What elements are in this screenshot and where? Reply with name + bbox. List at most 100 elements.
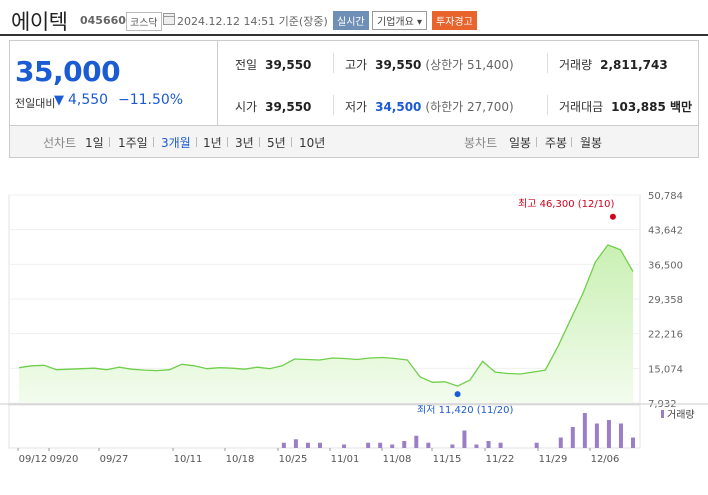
divider: [536, 137, 537, 147]
volume-bar: [366, 442, 371, 448]
low-value: 34,500: [375, 100, 422, 114]
volume-bar: [317, 442, 322, 448]
x-tick-label: 12/06: [591, 454, 620, 465]
volume-bar: [594, 423, 599, 448]
x-tick-label: 09/27: [100, 454, 129, 465]
volume-bar: [618, 423, 623, 448]
volume-bar: [426, 442, 431, 448]
prev-close-value: 39,550: [265, 58, 312, 72]
tab-5y[interactable]: 5년: [267, 134, 286, 151]
divider: [153, 137, 154, 147]
divider: [109, 137, 110, 147]
quote-datetime: 2024.12.12 14:51 기준(장중): [177, 15, 328, 28]
divider: [259, 137, 260, 147]
market-badge: 코스닥: [126, 12, 162, 31]
tab-3y[interactable]: 3년: [235, 134, 254, 151]
tab-weekly[interactable]: 주봉: [545, 134, 567, 151]
x-tick-label: 09/20: [50, 454, 79, 465]
price-area-fill: [19, 244, 633, 403]
candle-chart-label: 봉차트: [464, 136, 498, 150]
volume-bar: [390, 444, 395, 448]
change-label: 전일대비: [15, 97, 56, 110]
price-summary: 35,000 전일대비 ▼ 4,550 −11.50% 전일 39,550 시가 3…: [9, 40, 699, 126]
volume-bar: [414, 435, 419, 448]
y-tick-label: 22,216: [648, 330, 683, 341]
high-annotation: 최고 46,300 (12/10): [518, 198, 614, 210]
divider: [227, 137, 228, 147]
lower-limit: (하한가 27,700): [425, 100, 514, 114]
volume-bar: [582, 413, 587, 448]
volume-bar: [534, 442, 539, 448]
amount-label: 거래대금: [559, 100, 604, 114]
volume-bar: [570, 427, 575, 448]
x-tick-label: 09/12: [19, 454, 48, 465]
volume-bar: [402, 441, 407, 448]
company-overview-button[interactable]: 기업개요 ▾: [372, 11, 427, 30]
investment-warning-badge[interactable]: 투자경고: [432, 11, 477, 30]
tab-1y[interactable]: 1년: [203, 134, 222, 151]
volume-cell: 거래량 2,811,743: [559, 56, 668, 73]
volume-bar: [558, 437, 563, 448]
high-cell: 고가 39,550 (상한가 51,400): [345, 56, 514, 73]
company-name: 에이텍: [11, 10, 68, 34]
x-tick-label: 10/11: [174, 454, 203, 465]
x-tick-label: 11/29: [539, 454, 568, 465]
prev-close-cell: 전일 39,550: [235, 56, 311, 73]
volume-bar: [450, 444, 455, 448]
tab-1w[interactable]: 1주일: [118, 134, 148, 151]
y-tick-label: 43,642: [648, 226, 683, 237]
current-price-panel: 35,000 전일대비 ▼ 4,550 −11.50%: [10, 41, 218, 125]
x-tick-label: 10/25: [279, 454, 308, 465]
divider: [547, 95, 548, 115]
volume-bar: [281, 442, 286, 448]
divider: [291, 137, 292, 147]
amount-cell: 거래대금 103,885 백만: [559, 98, 692, 115]
line-chart-label: 선차트: [43, 136, 77, 150]
realtime-button[interactable]: 실시간: [333, 11, 369, 30]
volume-bar: [498, 442, 503, 448]
open-value: 39,550: [265, 100, 312, 114]
stock-code: 045660: [80, 14, 126, 27]
x-tick-label: 10/18: [226, 454, 255, 465]
volume-bar: [631, 437, 635, 448]
tab-3m[interactable]: 3개월: [161, 134, 191, 151]
price-chart-area: 50,784 43,642 36,500 29,358 22,216 15,074 7,93…: [0, 160, 708, 491]
price-change: 4,550: [68, 92, 109, 108]
volume-bar: [342, 444, 347, 448]
high-marker: [609, 213, 616, 220]
price-change-percent: −11.50%: [118, 92, 184, 108]
low-marker: [454, 391, 461, 398]
open-cell: 시가 39,550: [235, 98, 311, 115]
high-value: 39,550: [375, 58, 422, 72]
x-tick-label: 11/22: [486, 454, 515, 465]
volume-value: 2,811,743: [600, 58, 668, 72]
x-tick-label: 11/08: [383, 454, 412, 465]
volume-legend-label: 거래량: [667, 409, 695, 421]
divider: [333, 95, 334, 115]
divider: [196, 137, 197, 147]
tab-daily[interactable]: 일봉: [509, 134, 531, 151]
down-arrow-icon: ▼: [54, 93, 64, 108]
x-tick-label: 11/15: [433, 454, 462, 465]
volume-frame: [8, 404, 641, 449]
divider: [571, 137, 572, 147]
stock-header: 에이텍 045660 코스닥 2024.12.12 14:51 기준(장중) 실…: [0, 0, 708, 36]
price-chart: 50,78443,64236,50029,35822,21615,0747,93…: [0, 191, 708, 465]
volume-bar: [606, 420, 611, 448]
y-tick-label: 50,784: [648, 191, 683, 202]
calendar-icon: [163, 13, 175, 25]
volume-bar: [378, 442, 383, 448]
low-annotation: 최저 11,420 (11/20): [417, 404, 513, 416]
volume-bar: [305, 442, 310, 448]
y-tick-label: 29,358: [648, 295, 683, 306]
tab-10y[interactable]: 10년: [299, 134, 325, 151]
y-tick-label: 36,500: [648, 260, 683, 271]
divider: [333, 53, 334, 73]
volume-legend-swatch: [661, 410, 664, 418]
volume-bar: [486, 441, 491, 448]
tab-monthly[interactable]: 월봉: [580, 134, 602, 151]
current-price: 35,000: [15, 55, 121, 88]
prev-close-label: 전일: [235, 58, 258, 72]
high-label: 고가: [345, 58, 368, 72]
tab-1d[interactable]: 1일: [85, 134, 104, 151]
